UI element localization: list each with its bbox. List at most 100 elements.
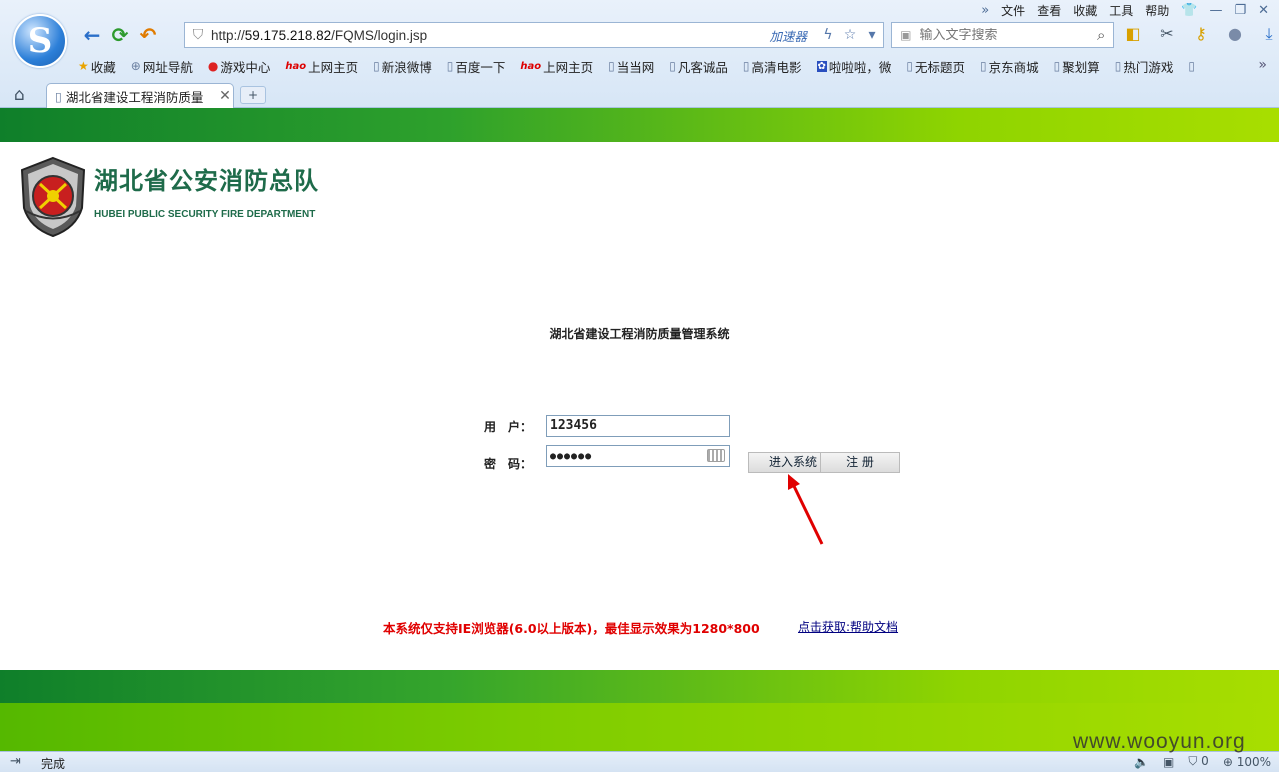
fire-emblem-icon	[20, 156, 86, 238]
bookmark-item[interactable]: hao 上网主页	[285, 57, 358, 76]
bookmarks-bar: ★ 收藏 ⊕ 网址导航 ● 游戏中心 hao 上网主页 ▯ 新浪微博 ▯ 百度一下 hao 上…	[78, 56, 1195, 76]
tab-strip: ⌂ ▯ 湖北省建设工程消防质量 ✕ +	[0, 82, 1279, 108]
username-label: 用 户：	[484, 420, 533, 434]
bookmark-item[interactable]: ● 游戏中心	[208, 57, 271, 76]
key-icon[interactable]: ⚷	[1190, 24, 1212, 44]
new-tab-button[interactable]: +	[240, 86, 266, 104]
globe-icon: ⊕	[130, 59, 141, 73]
lightning-icon[interactable]: ϟ	[817, 27, 839, 43]
org-name-en: HUBEI PUBLIC SECURITY FIRE DEPARTMENT	[94, 209, 316, 220]
toolbox-icon[interactable]: ▣	[1163, 755, 1174, 769]
search-box[interactable]: ▣ ⌕	[891, 22, 1114, 48]
tab-active[interactable]: ▯ 湖北省建设工程消防质量 ✕	[46, 83, 234, 108]
org-name-cn: 湖北省公安消防总队	[94, 167, 319, 195]
undo-close-icon[interactable]: ↶	[134, 23, 162, 47]
chevron-down-icon[interactable]: ▾	[861, 27, 883, 43]
page-icon: ▯	[980, 59, 987, 73]
keyboard-icon[interactable]	[707, 449, 725, 462]
page-icon: ▯	[1053, 59, 1061, 73]
menu-expand-icon[interactable]: »	[981, 3, 989, 18]
browser-chrome: S » 文件 查看 收藏 工具 帮助 👕 — ❐ ✕ ← ⟳ ↶ ⛉ http:…	[0, 0, 1279, 108]
address-bar[interactable]: ⛉ http://59.175.218.82/FQMS/login.jsp 加速…	[184, 22, 884, 48]
bookmark-item[interactable]: ▯ 聚划算	[1054, 57, 1100, 76]
status-bar: ⇥ 完成 🔈 ▣ ⛉ 0 ⊕ 100%	[0, 751, 1279, 772]
sidebar-toggle-icon[interactable]: ⇥	[10, 754, 21, 769]
page-header: 湖北省公安消防总队 HUBEI PUBLIC SECURITY FIRE DEP…	[0, 142, 1279, 252]
bookmark-item[interactable]: ▯ 热门游戏	[1115, 57, 1174, 76]
bookmark-item[interactable]: ✿ 啦啦啦，微	[816, 57, 891, 76]
restore-icon[interactable]: ❐	[1234, 3, 1246, 18]
menu-view[interactable]: 查看	[1037, 2, 1061, 19]
refresh-icon[interactable]: ⟳	[106, 23, 134, 47]
menu-bar: » 文件 查看 收藏 工具 帮助 👕 — ❐ ✕	[981, 1, 1269, 19]
page-icon: ▯	[742, 59, 750, 73]
bookmark-item[interactable]: ★ 收藏	[78, 57, 116, 76]
back-icon[interactable]: ←	[78, 23, 106, 47]
hao-icon: hao	[285, 60, 307, 72]
more-icon[interactable]: ●	[1224, 24, 1246, 44]
search-engine-icon[interactable]: ▣	[892, 28, 919, 42]
minimize-icon[interactable]: —	[1209, 3, 1222, 18]
extension-icon[interactable]: ◧	[1122, 24, 1144, 44]
password-label: 密 码：	[484, 457, 533, 471]
url-text[interactable]: http://59.175.218.82/FQMS/login.jsp	[211, 28, 769, 43]
nav-buttons: ← ⟳ ↶	[78, 22, 162, 48]
system-title: 湖北省建设工程消防质量管理系统	[549, 327, 730, 341]
menu-help[interactable]: 帮助	[1145, 2, 1169, 19]
page-icon: ▯	[669, 59, 676, 73]
top-green-band	[0, 108, 1279, 142]
shield-icon: ⛉	[192, 27, 204, 43]
menu-tools[interactable]: 工具	[1109, 2, 1133, 19]
watermark: www.wooyun.org	[1073, 730, 1246, 753]
bookmark-item[interactable]: ▯ 当当网	[608, 57, 654, 76]
bookmarks-more-icon[interactable]: »	[1258, 57, 1267, 73]
register-button[interactable]: 注 册	[820, 452, 900, 473]
search-icon[interactable]: ⌕	[1089, 26, 1113, 44]
menu-file[interactable]: 文件	[1001, 2, 1025, 19]
password-input[interactable]: ●●●●●●	[546, 445, 730, 467]
star-icon[interactable]: ☆	[839, 27, 861, 43]
page-icon: ▯	[1188, 59, 1196, 73]
bookmark-item[interactable]: ▯	[1188, 59, 1195, 73]
page-icon: ▯	[55, 88, 62, 104]
bookmark-item[interactable]: ▯ 无标题页	[906, 57, 965, 76]
accelerator-label[interactable]: 加速器	[769, 26, 807, 45]
page-icon: ▯	[373, 59, 380, 73]
red-arrow-annotation	[788, 474, 824, 545]
close-tab-icon[interactable]: ✕	[217, 88, 233, 104]
game-icon: ●	[207, 59, 219, 73]
scissors-icon[interactable]: ✂	[1156, 24, 1178, 44]
bookmark-item[interactable]: hao 上网主页	[520, 57, 593, 76]
help-doc-link[interactable]: 点击获取:帮助文档	[798, 618, 898, 635]
volume-icon[interactable]: 🔈	[1134, 755, 1149, 769]
username-input[interactable]: 123456	[546, 415, 730, 437]
bookmark-item[interactable]: ▯ 高清电影	[743, 57, 802, 76]
page-icon: ▯	[446, 59, 454, 73]
menu-favorites[interactable]: 收藏	[1073, 2, 1097, 19]
page-icon: ▯	[906, 59, 914, 73]
counter[interactable]: ⛉ 0	[1188, 754, 1208, 769]
download-icon[interactable]: ⤓	[1258, 24, 1279, 44]
bookmark-item[interactable]: ▯ 凡客诚品	[669, 57, 728, 76]
bottom-green-band	[0, 670, 1279, 703]
status-text: 完成	[41, 757, 66, 771]
toolbar-icons: ◧ ✂ ⚷ ● ⤓	[1122, 24, 1279, 44]
star-icon: ★	[78, 59, 89, 73]
paw-icon: ✿	[816, 60, 827, 72]
zoom-level[interactable]: ⊕ 100%	[1223, 755, 1271, 769]
bookmark-item[interactable]: ▯ 新浪微博	[373, 57, 432, 76]
tab-title: 湖北省建设工程消防质量	[65, 89, 204, 105]
page-icon: ▯	[608, 59, 615, 73]
skin-icon[interactable]: 👕	[1181, 3, 1197, 18]
close-window-icon[interactable]: ✕	[1258, 3, 1269, 18]
search-input[interactable]	[919, 27, 1090, 43]
browser-logo-icon: S	[13, 14, 67, 68]
hao-icon: hao	[520, 60, 542, 72]
password-mask: ●●●●●●	[550, 451, 593, 462]
page-icon: ▯	[1114, 59, 1122, 73]
bookmark-item[interactable]: ▯ 百度一下	[447, 57, 506, 76]
status-icons: 🔈 ▣ ⛉ 0 ⊕ 100%	[1134, 754, 1271, 769]
bookmark-item[interactable]: ▯ 京东商城	[980, 57, 1039, 76]
bookmark-item[interactable]: ⊕ 网址导航	[131, 57, 193, 76]
home-icon[interactable]: ⌂	[14, 85, 25, 105]
